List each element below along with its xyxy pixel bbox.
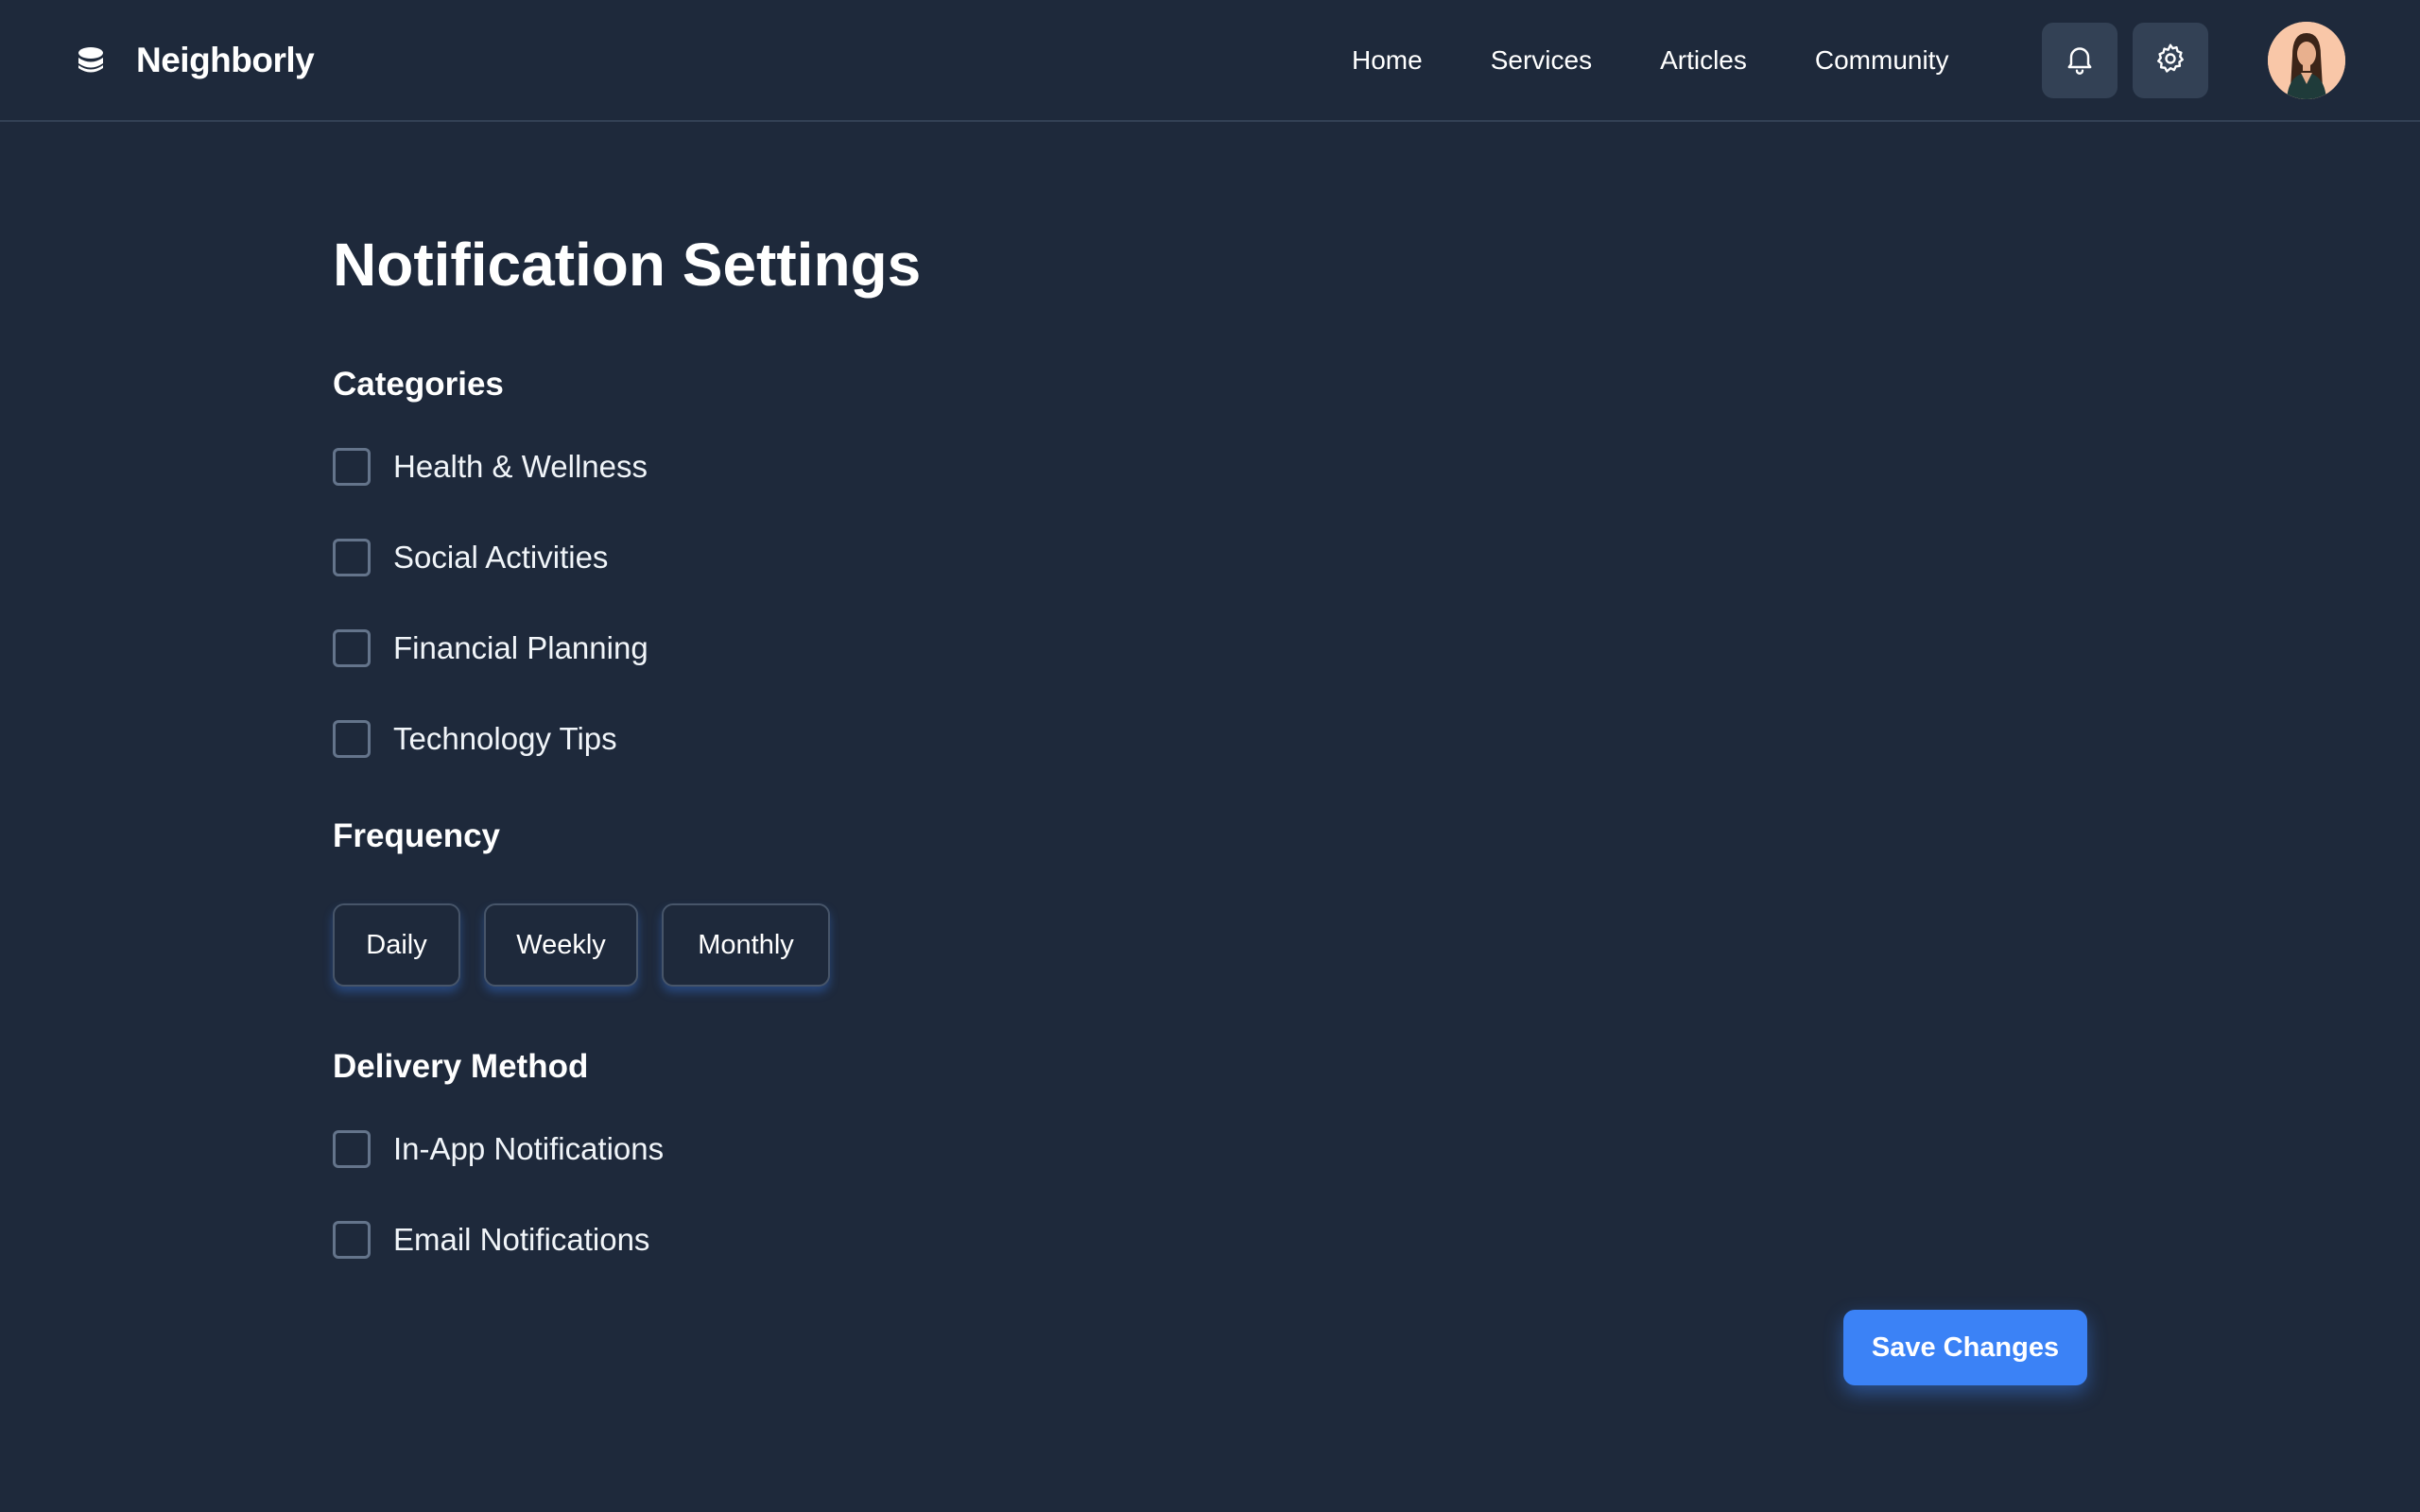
checkbox[interactable]	[333, 448, 371, 486]
gear-icon	[2153, 42, 2187, 80]
checkbox[interactable]	[333, 539, 371, 576]
checkbox-label: Social Activities	[393, 540, 609, 575]
frequency-daily-button[interactable]: Daily	[333, 903, 460, 987]
save-changes-button[interactable]: Save Changes	[1843, 1310, 2087, 1385]
user-avatar[interactable]	[2268, 22, 2345, 99]
stack-logo-icon	[76, 45, 106, 76]
delivery-method-heading: Delivery Method	[333, 1048, 589, 1085]
brand-name: Neighborly	[136, 41, 315, 79]
checkbox-label: Email Notifications	[393, 1222, 650, 1257]
category-technology-tips[interactable]: Technology Tips	[333, 718, 617, 760]
category-health-wellness[interactable]: Health & Wellness	[333, 446, 648, 488]
checkbox-label: Financial Planning	[393, 630, 648, 665]
checkbox-label: In-App Notifications	[393, 1131, 665, 1166]
page-title: Notification Settings	[333, 231, 922, 299]
checkbox-label: Technology Tips	[393, 721, 617, 756]
checkbox-label: Health & Wellness	[393, 449, 648, 484]
frequency-weekly-button[interactable]: Weekly	[484, 903, 638, 987]
frequency-heading: Frequency	[333, 817, 500, 854]
category-financial-planning[interactable]: Financial Planning	[333, 627, 648, 669]
brand[interactable]: Neighborly	[76, 38, 315, 83]
checkbox[interactable]	[333, 720, 371, 758]
frequency-monthly-button[interactable]: Monthly	[662, 903, 830, 987]
categories-heading: Categories	[333, 366, 504, 403]
delivery-email[interactable]: Email Notifications	[333, 1219, 649, 1261]
settings-main: Notification Settings Categories Health …	[333, 0, 2087, 1512]
category-social-activities[interactable]: Social Activities	[333, 537, 608, 578]
checkbox[interactable]	[333, 629, 371, 667]
checkbox[interactable]	[333, 1130, 371, 1168]
delivery-in-app[interactable]: In-App Notifications	[333, 1128, 664, 1170]
checkbox[interactable]	[333, 1221, 371, 1259]
settings-button[interactable]	[2133, 23, 2208, 98]
